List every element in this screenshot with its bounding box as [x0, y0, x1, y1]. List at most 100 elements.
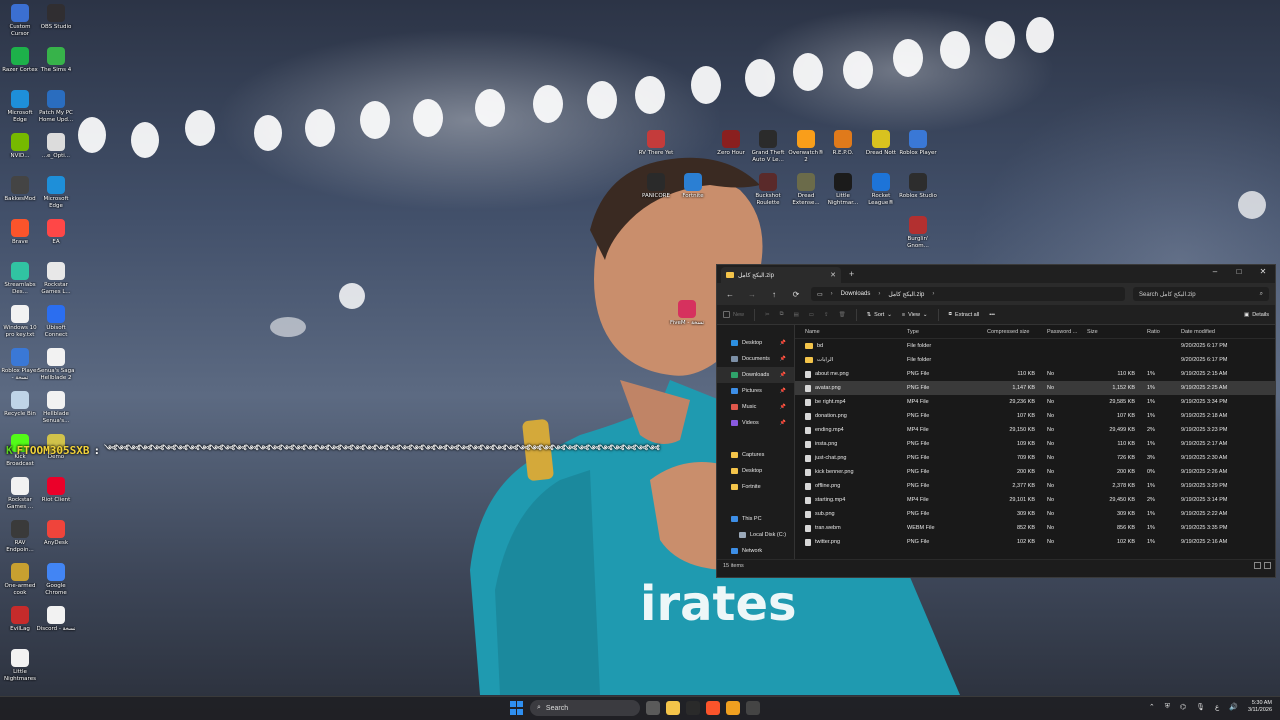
desktop-icon[interactable]: Zero Hour [711, 130, 751, 157]
column-password[interactable]: Password ... [1043, 329, 1083, 335]
file-row[interactable]: ending.mp4 MP4 File 29,150 KB No 29,499 KB 2%… [795, 423, 1275, 437]
column-date-modified[interactable]: Date modified [1177, 329, 1247, 335]
desktop-icon[interactable]: Brave [0, 219, 40, 246]
search-input[interactable]: Search البكج كامل.zip ⌕ [1133, 287, 1269, 301]
breadcrumb-downloads[interactable]: Downloads [841, 291, 871, 297]
desktop-icon[interactable]: Discord - نسخة [36, 606, 76, 633]
file-row[interactable]: insta.png PNG File 109 KB No 110 KB 1% 9/19/20… [795, 437, 1275, 451]
desktop-icon[interactable]: AnyDesk [36, 520, 76, 547]
nav-item-pictures[interactable]: Pictures 📌 [717, 383, 794, 399]
column-ratio[interactable]: Ratio [1143, 329, 1177, 335]
new-tab-button[interactable]: + [849, 269, 854, 279]
tab-zip[interactable]: البكج كامل.zip ✕ [721, 267, 841, 283]
desktop-icon[interactable]: One-armed cook [0, 563, 40, 596]
microphone-icon[interactable]: 🎙 [1196, 703, 1205, 711]
desktop-icon[interactable]: BakkesMod [0, 176, 40, 203]
tab-close-icon[interactable]: ✕ [830, 271, 836, 279]
desktop-icon[interactable]: RV There Yet [636, 130, 676, 157]
desktop-icon[interactable]: Rockstar Games ... [0, 477, 40, 510]
title-bar[interactable]: البكج كامل.zip ✕ + – □ ✕ [717, 265, 1275, 283]
minimize-button[interactable]: – [1203, 265, 1227, 283]
file-row[interactable]: kick benner.png PNG File 200 KB No 200 KB 0% 9… [795, 465, 1275, 479]
epic-games-icon[interactable] [686, 701, 700, 715]
nav-item-local-disk-c-[interactable]: Local Disk (C:) [717, 527, 794, 543]
file-row[interactable]: be right.mp4 MP4 File 29,236 KB No 29,585 KB… [795, 395, 1275, 409]
desktop-icon[interactable]: Dread Extense... [786, 173, 826, 206]
share-icon[interactable]: ⇪ [824, 312, 829, 318]
desktop-icon[interactable]: The Sims 4 [36, 47, 76, 74]
file-explorer-icon[interactable] [666, 701, 680, 715]
desktop-icon[interactable]: Windows 10 pro key.txt [0, 305, 40, 338]
desktop-icon[interactable]: Hellblade Senua's... [36, 391, 76, 424]
desktop-icon[interactable]: Little Nightmar... [823, 173, 863, 206]
delete-icon[interactable]: 🗑 [839, 312, 846, 318]
nav-item-music[interactable]: Music 📌 [717, 399, 794, 415]
file-explorer-window[interactable]: البكج كامل.zip ✕ + – □ ✕ ← → ↑ ⟳ ▭ › Dow… [716, 264, 1276, 578]
desktop-icon[interactable]: Razer Cortex [0, 47, 40, 74]
desktop-icon[interactable]: Rocket League® [861, 173, 901, 206]
copy-icon[interactable]: ⧉ [780, 311, 784, 318]
refresh-button[interactable]: ⟳ [789, 290, 803, 299]
column-size[interactable]: Size [1083, 329, 1143, 335]
file-row[interactable]: donation.png PNG File 107 KB No 107 KB 1% 9/19… [795, 409, 1275, 423]
desktop-icon[interactable]: Roblox Player [898, 130, 938, 157]
chevron-up-icon[interactable]: ⌃ [1149, 703, 1155, 711]
discord-icon[interactable] [726, 701, 740, 715]
desktop-icon[interactable]: Senua's Saga Hellblade 2 [36, 348, 76, 381]
desktop-icon[interactable]: FiveM - نسخة [667, 300, 707, 327]
details-pane-button[interactable]: ▣ Details [1244, 312, 1269, 318]
desktop-icon[interactable]: R.E.P.O. [823, 130, 863, 157]
desktop-icon[interactable]: OBS Studio [36, 4, 76, 31]
file-row[interactable]: starting.mp4 MP4 File 29,101 KB No 29,450 KB… [795, 493, 1275, 507]
file-row[interactable]: bd File folder 9/20/2025 6:17 PM [795, 339, 1275, 353]
more-options-button[interactable]: ••• [989, 312, 995, 318]
desktop-icon[interactable]: Google Chrome [36, 563, 76, 596]
file-row[interactable]: twitter.png PNG File 102 KB No 102 KB 1% 9/19/… [795, 535, 1275, 549]
desktop-icon[interactable]: EvilLag [0, 606, 40, 633]
desktop-icon[interactable]: NVID... [0, 133, 40, 160]
nav-item-documents[interactable]: Documents 📌 [717, 351, 794, 367]
clock[interactable]: 5:30 AM 3/11/2026 [1248, 700, 1272, 714]
desktop-icon[interactable]: Grand Theft Auto V Le... [748, 130, 788, 163]
desktop-icon[interactable]: Buckshot Roulette [748, 173, 788, 206]
desktop-icon[interactable]: Recycle Bin [0, 391, 40, 418]
file-row[interactable]: offline.png PNG File 2,377 KB No 2,378 KB 1% 9… [795, 479, 1275, 493]
desktop-icon[interactable]: PANICORE [636, 173, 676, 200]
breadcrumb[interactable]: ▭ › Downloads › البكج كامل.zip › [811, 287, 1125, 301]
nav-item-downloads[interactable]: Downloads 📌 [717, 367, 794, 383]
desktop-icon[interactable]: Custom Cursor [0, 4, 40, 37]
breadcrumb-zip[interactable]: البكج كامل.zip [888, 291, 924, 298]
desktop-icon[interactable]: EA [36, 219, 76, 246]
desktop-icon[interactable]: Rockstar Games L... [36, 262, 76, 295]
extract-all-button[interactable]: ⧈ Extract all [949, 311, 980, 318]
new-button[interactable]: New [723, 311, 744, 318]
nav-item-this-pc[interactable]: This PC [717, 511, 794, 527]
rename-icon[interactable]: ▭ [809, 312, 814, 318]
tiles-view-icon[interactable] [1264, 562, 1271, 569]
desktop-icon[interactable]: Overwatch® 2 [786, 130, 826, 163]
file-row[interactable]: sub.png PNG File 309 KB No 309 KB 1% 9/19/2025… [795, 507, 1275, 521]
nav-item-fortnite[interactable]: Fortnite [717, 479, 794, 495]
obs-icon[interactable] [746, 701, 760, 715]
forward-button[interactable]: → [745, 290, 759, 299]
details-view-icon[interactable] [1254, 562, 1261, 569]
desktop-icon[interactable]: Patch My PC Home Upd... [36, 90, 76, 123]
nav-item-desktop[interactable]: Desktop 📌 [717, 335, 794, 351]
column-compressed-size[interactable]: Compressed size [983, 329, 1043, 335]
desktop-icon[interactable]: ...e_Opti... [36, 133, 76, 160]
desktop-icon[interactable]: Ubisoft Connect [36, 305, 76, 338]
desktop-icon[interactable]: Roblox Player - نسخة [0, 348, 40, 381]
desktop-icon[interactable]: RAV Endpoin... [0, 520, 40, 553]
desktop-icon[interactable]: Little Nightmares [0, 649, 40, 682]
taskbar-search[interactable]: ⌕ Search [530, 700, 640, 716]
file-row[interactable]: just-chat.png PNG File 709 KB No 726 KB 3% 9/1… [795, 451, 1275, 465]
brave-icon[interactable] [706, 701, 720, 715]
up-button[interactable]: ↑ [767, 290, 781, 299]
file-row[interactable]: avatar.png PNG File 1,147 KB No 1,152 KB 1% 9/… [795, 381, 1275, 395]
nav-item-desktop[interactable]: Desktop [717, 463, 794, 479]
cut-icon[interactable]: ✂ [765, 312, 770, 318]
desktop-icon[interactable]: Fortnite [673, 173, 713, 200]
view-button[interactable]: ≡ View ⌄ [902, 312, 928, 318]
desktop-icon[interactable]: Streamlabs Des... [0, 262, 40, 295]
nav-item-captures[interactable]: Captures [717, 447, 794, 463]
